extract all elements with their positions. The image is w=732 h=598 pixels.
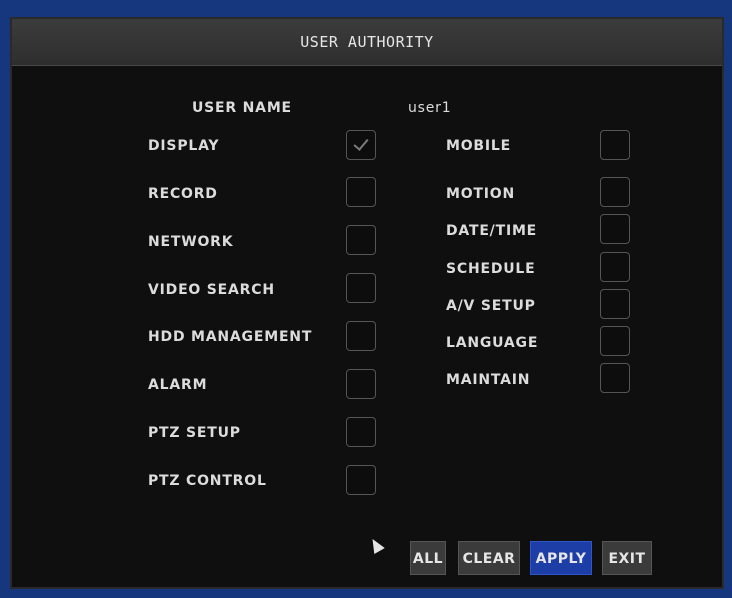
- perm-label-date-time: DATE/TIME: [446, 223, 538, 239]
- user-authority-dialog: USER AUTHORITY USER NAME user1 DISPLAY R…: [10, 17, 724, 589]
- perm-label-av-setup: A/V SETUP: [446, 298, 536, 314]
- mouse-pointer-icon: [367, 535, 385, 555]
- perm-label-language: LANGUAGE: [446, 335, 539, 351]
- perm-checkbox-record[interactable]: [346, 177, 376, 207]
- perm-label-record: RECORD: [148, 186, 218, 202]
- perm-checkbox-motion[interactable]: [600, 177, 630, 207]
- perm-label-schedule: SCHEDULE: [446, 261, 536, 277]
- perm-label-video-search: VIDEO SEARCH: [148, 282, 275, 298]
- perm-checkbox-av-setup[interactable]: [600, 289, 630, 319]
- perm-label-hdd-management: HDD MANAGEMENT: [148, 329, 313, 345]
- perm-label-maintain: MAINTAIN: [446, 372, 531, 388]
- perm-checkbox-schedule[interactable]: [600, 252, 630, 282]
- perm-label-network: NETWORK: [148, 234, 234, 250]
- clear-button[interactable]: CLEAR: [458, 541, 520, 575]
- dialog-title: USER AUTHORITY: [300, 33, 434, 51]
- perm-label-alarm: ALARM: [148, 377, 208, 393]
- perm-label-mobile: MOBILE: [446, 138, 511, 154]
- perm-checkbox-ptz-setup[interactable]: [346, 417, 376, 447]
- perm-label-display: DISPLAY: [148, 138, 220, 154]
- user-name-label: USER NAME: [192, 100, 292, 116]
- dialog-title-bar: USER AUTHORITY: [12, 19, 722, 66]
- apply-button[interactable]: APPLY: [530, 541, 592, 575]
- perm-checkbox-video-search[interactable]: [346, 273, 376, 303]
- perm-checkbox-hdd-management[interactable]: [346, 321, 376, 351]
- perm-checkbox-mobile[interactable]: [600, 130, 630, 160]
- perm-checkbox-network[interactable]: [346, 225, 376, 255]
- exit-button[interactable]: EXIT: [602, 541, 652, 575]
- user-name-value: user1: [408, 100, 452, 116]
- perm-checkbox-display[interactable]: [346, 130, 376, 160]
- perm-checkbox-maintain[interactable]: [600, 363, 630, 393]
- dvr-screen-frame: USER AUTHORITY USER NAME user1 DISPLAY R…: [0, 0, 732, 598]
- perm-checkbox-alarm[interactable]: [346, 369, 376, 399]
- perm-label-ptz-setup: PTZ SETUP: [148, 425, 241, 441]
- perm-label-motion: MOTION: [446, 186, 516, 202]
- perm-label-ptz-control: PTZ CONTROL: [148, 473, 267, 489]
- perm-checkbox-date-time[interactable]: [600, 214, 630, 244]
- all-button[interactable]: ALL: [410, 541, 446, 575]
- perm-checkbox-ptz-control[interactable]: [346, 465, 376, 495]
- perm-checkbox-language[interactable]: [600, 326, 630, 356]
